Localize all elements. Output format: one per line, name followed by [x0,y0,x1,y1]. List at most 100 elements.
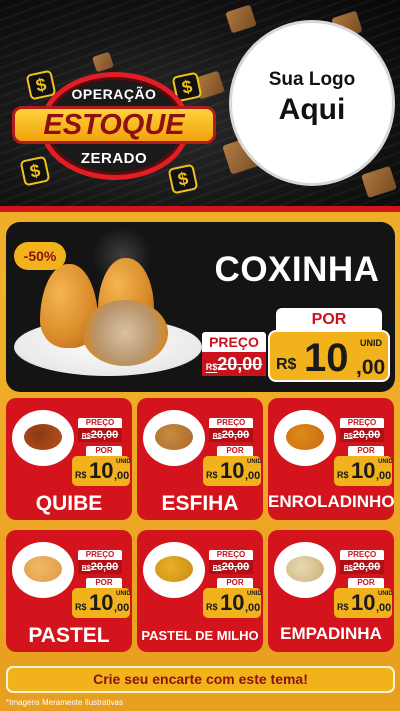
food-graphic [24,424,62,450]
old-price: R$20,00 [209,560,253,574]
old-price-currency: R$ [343,433,353,440]
hero-product-card[interactable]: -50% COXINHA PREÇO R$20,00 POR R$ 10 UNI… [6,222,395,392]
product-image [274,542,336,598]
old-price: R$20,00 [78,428,122,442]
old-price: R$20,00 [340,428,384,442]
price-cents: ,00 [356,356,386,379]
price-currency: R$ [276,356,297,373]
price-integer: 10 [220,590,245,615]
por-label: POR [86,446,122,456]
price-cents: ,00 [114,470,130,482]
new-price-box: R$ 10 UNID ,00 [334,456,393,486]
coxinha-cut-image [82,300,168,366]
por-label: POR [217,446,253,456]
price-currency: R$ [75,470,87,480]
food-graphic [286,424,324,450]
preco-label: PREÇO [209,550,253,560]
product-name: EMPADINHA [280,624,382,643]
discount-tag: -50% [14,242,66,270]
old-price-currency: R$ [81,565,91,572]
price-currency: R$ [337,602,349,612]
product-card[interactable]: PREÇO R$20,00 POR R$ 10 UNID ,00 EMPADINHA [268,530,394,652]
food-graphic [24,556,62,582]
product-card[interactable]: PREÇO R$20,00 POR R$ 10 UNID ,00 PASTEL [6,530,132,652]
product-card[interactable]: PREÇO R$20,00 POR R$ 10 UNID ,00 PASTEL DE MILH… [137,530,263,652]
logo-placeholder[interactable]: Sua Logo Aqui [229,20,395,186]
product-image [143,410,205,466]
price-cents: ,00 [376,602,392,614]
price-integer: 10 [351,458,376,483]
product-card[interactable]: PREÇO R$20,00 POR R$ 10 UNID ,00 ESFIHA [137,398,263,520]
disclaimer-text: *Imagens Meramente Ilustrativas [6,698,123,707]
old-price-value: 20,00 [217,354,263,374]
price-unit: UNID [360,338,382,348]
product-name: ENROLADINHO [268,492,394,511]
old-price-value: 20,00 [352,429,381,441]
preco-label: PREÇO [340,418,384,428]
new-price-box: R$ 10 UNID ,00 [72,456,131,486]
old-price-box: PREÇO R$20,00 [202,332,266,384]
old-price-value: 20,00 [221,561,250,573]
badge-main-text: ESTOQUE [12,106,216,144]
price-currency: R$ [75,602,87,612]
old-price-value: 20,00 [90,429,119,441]
product-image [12,410,74,466]
old-price-currency: R$ [205,362,218,372]
old-price-currency: R$ [212,565,222,572]
badge-bottom-text: ZERADO [80,150,148,167]
price-unit: UNID [247,591,262,597]
por-label: POR [348,446,384,456]
old-price-value: 20,00 [221,429,250,441]
old-price-value: 20,00 [90,561,119,573]
food-graphic [155,556,193,582]
preco-label: PREÇO [202,332,266,352]
new-price-box: R$ 10 UNID ,00 [268,330,390,382]
promo-badge: OPERAÇÃO ESTOQUE ZERADO [10,72,218,182]
price-unit: UNID [116,591,131,597]
new-price-box: R$ 10 UNID ,00 [203,456,262,486]
price-cents: ,00 [245,602,261,614]
old-price-currency: R$ [212,433,222,440]
preco-label: PREÇO [78,550,122,560]
price-integer: 10 [89,590,114,615]
product-name: PASTEL [28,624,110,647]
logo-text-line2: Aqui [278,93,346,126]
price-cents: ,00 [376,470,392,482]
old-price: R$20,00 [340,560,384,574]
old-price: R$20,00 [202,352,266,376]
product-name: QUIBE [35,492,103,515]
price-currency: R$ [337,470,349,480]
price-integer: 10 [351,590,376,615]
product-image [143,542,205,598]
old-price: R$20,00 [78,560,122,574]
flyer-page: $ $ $ $ OPERAÇÃO ESTOQUE ZERADO Sua Logo… [0,0,400,711]
product-image [12,542,74,598]
product-card[interactable]: PREÇO R$20,00 POR R$ 10 UNID ,00 ENROLADINHO [268,398,394,520]
price-unit: UNID [378,459,393,465]
price-unit: UNID [247,459,262,465]
product-card[interactable]: PREÇO R$20,00 POR R$ 10 UNID ,00 QUIBE [6,398,132,520]
new-price-box: R$ 10 UNID ,00 [334,588,393,618]
old-price-currency: R$ [343,565,353,572]
price-cents: ,00 [114,602,130,614]
food-graphic [286,556,324,582]
food-graphic [155,424,193,450]
old-price: R$20,00 [209,428,253,442]
product-name: ESFIHA [161,492,239,515]
product-image [274,410,336,466]
product-name: PASTEL DE MILHO [141,628,259,643]
price-integer: 10 [220,458,245,483]
new-price-box: R$ 10 UNID ,00 [203,588,262,618]
badge-top-text: OPERAÇÃO [71,86,157,102]
header-banner: $ $ $ $ OPERAÇÃO ESTOQUE ZERADO Sua Logo… [0,0,400,206]
por-label: POR [217,578,253,588]
create-flyer-button[interactable]: Crie seu encarte com este tema! [6,666,395,693]
preco-label: PREÇO [78,418,122,428]
header-divider [0,206,400,212]
por-label: POR [348,578,384,588]
logo-text-line1: Sua Logo [268,69,356,90]
price-unit: UNID [116,459,131,465]
preco-label: PREÇO [209,418,253,428]
por-label: POR [276,308,382,332]
new-price-box: R$ 10 UNID ,00 [72,588,131,618]
